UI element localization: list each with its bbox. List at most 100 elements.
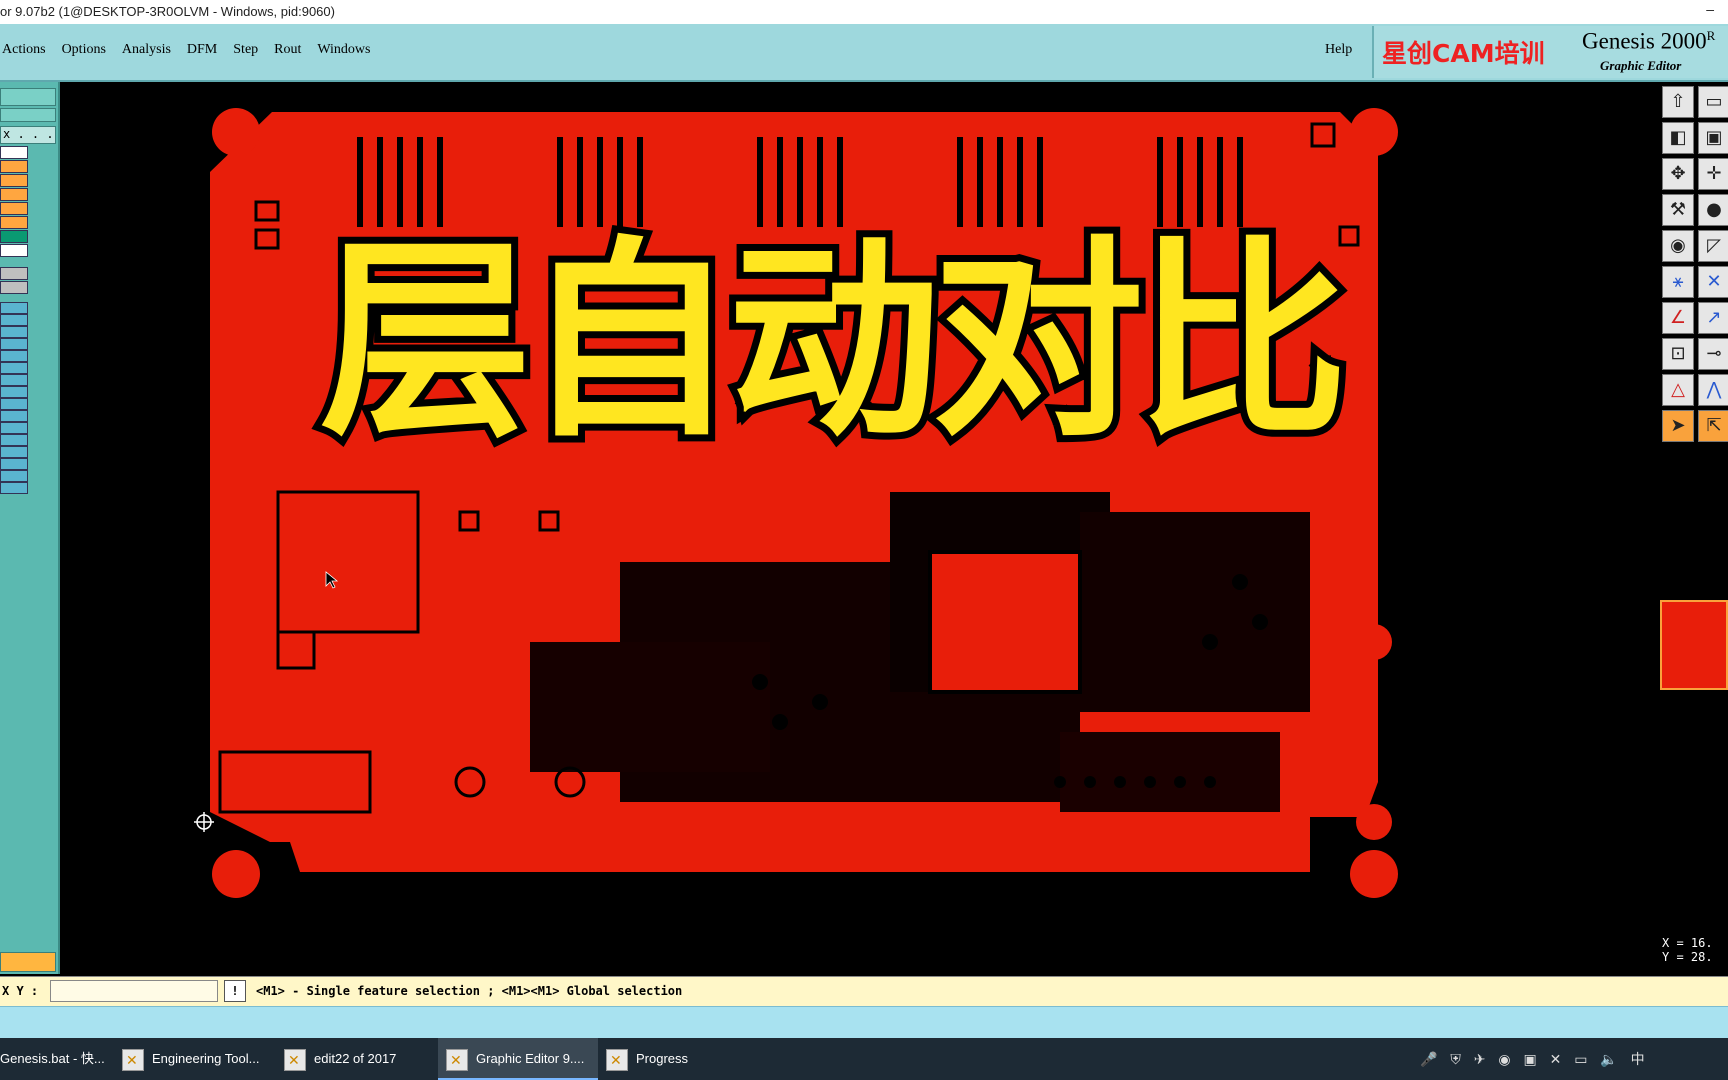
- graphic-canvas[interactable]: [60, 82, 1660, 974]
- volume-icon[interactable]: 🔈: [1600, 1051, 1617, 1067]
- status-bar-field: [0, 952, 56, 972]
- layer-row[interactable]: [0, 398, 28, 410]
- layer-row[interactable]: [0, 434, 28, 446]
- tool-panel: ⇧ ▭ ◧ ▣ ✥ ✛ ⚒ ● ◉ ◸ ⚹ ✕ ∠ ↗ ⊡ ⊸ △ ⋀ ➤ ⇱: [1660, 82, 1728, 974]
- window-icon[interactable]: ▭: [1698, 86, 1728, 118]
- minimize-icon[interactable]: –: [1706, 0, 1714, 21]
- delete-icon[interactable]: ✕: [1698, 266, 1728, 298]
- mounting-hole: [1356, 804, 1392, 840]
- circuit-region: [530, 642, 770, 772]
- layer-row[interactable]: [0, 302, 28, 314]
- taskbar-item-progress[interactable]: Progress: [606, 1038, 756, 1080]
- status-strip: [0, 1006, 1728, 1039]
- selection-hint: <M1> - Single feature selection ; <M1><M…: [256, 984, 683, 998]
- cut-icon[interactable]: ⊸: [1698, 338, 1728, 370]
- layer-row[interactable]: [0, 244, 28, 257]
- shield-icon[interactable]: ⛨: [1450, 1051, 1461, 1067]
- preview-thumbnail[interactable]: [1660, 600, 1728, 690]
- network-icon[interactable]: ✈: [1474, 1051, 1486, 1067]
- layer-row[interactable]: [0, 216, 28, 229]
- layer-browse-button[interactable]: x . . .: [0, 126, 56, 144]
- xy-input[interactable]: [50, 980, 218, 1002]
- layer-row[interactable]: [0, 160, 28, 173]
- system-tray: 🎤 ⛨ ✈ ◉ ▣ ✕ ▭ 🔈 中: [1420, 1038, 1654, 1080]
- microphone-icon[interactable]: 🎤: [1420, 1051, 1437, 1067]
- menu-help[interactable]: Help: [1325, 42, 1352, 58]
- layer-row[interactable]: [0, 350, 28, 362]
- mirror-icon[interactable]: ⋀: [1698, 374, 1728, 406]
- add-pad-icon[interactable]: ◉: [1662, 230, 1694, 262]
- mounting-hole: [212, 108, 260, 156]
- layer-row[interactable]: [0, 470, 28, 482]
- layer-row[interactable]: [0, 146, 28, 159]
- mounting-hole: [1356, 624, 1392, 660]
- layer-row[interactable]: [0, 202, 28, 215]
- layer-panel: x . . .: [0, 82, 60, 974]
- select-area-icon[interactable]: ⇱: [1698, 410, 1728, 442]
- circuit-region: [1060, 732, 1280, 812]
- exclamation-button[interactable]: !: [224, 980, 246, 1002]
- menu-step[interactable]: Step: [233, 42, 258, 64]
- tool-icon[interactable]: ✕: [1550, 1051, 1562, 1067]
- layer-field-2[interactable]: [0, 108, 56, 122]
- select-pointer-icon[interactable]: ➤: [1662, 410, 1694, 442]
- menu-dfm[interactable]: DFM: [187, 42, 217, 64]
- brand-cn: 星创CAM培训: [1382, 39, 1545, 68]
- layer-row[interactable]: [0, 326, 28, 338]
- layer-row[interactable]: [0, 338, 28, 350]
- menu-windows[interactable]: Windows: [317, 42, 370, 64]
- genesis-app-icon: [446, 1039, 468, 1078]
- snap-icon[interactable]: ⇧: [1662, 86, 1694, 118]
- mounting-hole: [1350, 850, 1398, 898]
- taskbar-item-graphic-editor[interactable]: Graphic Editor 9....: [438, 1038, 598, 1080]
- menu-options[interactable]: Options: [62, 42, 106, 64]
- folder-icon[interactable]: ▣: [1523, 1051, 1536, 1067]
- layer-row[interactable]: [0, 188, 28, 201]
- overlay-title: 层自动对比: [313, 218, 1355, 465]
- line-icon[interactable]: ∠: [1662, 302, 1694, 334]
- measure-icon[interactable]: ⚒: [1662, 194, 1694, 226]
- layer-row[interactable]: [0, 230, 28, 243]
- menu-analysis[interactable]: Analysis: [122, 42, 171, 64]
- genesis-app-icon: [284, 1039, 306, 1080]
- menu-bar: Actions Options Analysis DFM Step Rout W…: [0, 24, 1728, 82]
- taskbar-item-genesis-bat[interactable]: Genesis.bat - 快...: [0, 1038, 112, 1080]
- layer-row[interactable]: [0, 386, 28, 398]
- zoom-home-icon[interactable]: ◧: [1662, 122, 1694, 154]
- layer-row[interactable]: [0, 174, 28, 187]
- layer-row[interactable]: [0, 267, 28, 280]
- move-icon[interactable]: ⊡: [1662, 338, 1694, 370]
- fit-screen-icon[interactable]: ✥: [1662, 158, 1694, 190]
- mounting-hole: [212, 850, 260, 898]
- pan-icon[interactable]: ✛: [1698, 158, 1728, 190]
- triangle-icon[interactable]: △: [1662, 374, 1694, 406]
- ic-footprint: [928, 550, 1082, 694]
- product-name: Genesis 2000R: [1582, 28, 1716, 54]
- coordinate-readout: X = 16. Y = 28.: [1662, 936, 1713, 964]
- genesis-app-icon: [122, 1039, 144, 1080]
- taskbar-item-edit22[interactable]: edit22 of 2017: [284, 1038, 434, 1080]
- layer-row[interactable]: [0, 374, 28, 386]
- layer-row[interactable]: [0, 446, 28, 458]
- layer-row[interactable]: [0, 362, 28, 374]
- layer-field[interactable]: [0, 88, 56, 106]
- menu-rout[interactable]: Rout: [274, 42, 301, 64]
- layer-row[interactable]: [0, 458, 28, 470]
- battery-icon[interactable]: ▭: [1574, 1051, 1587, 1067]
- layer-row[interactable]: [0, 422, 28, 434]
- layer-row[interactable]: [0, 314, 28, 326]
- menu-actions[interactable]: Actions: [2, 42, 46, 64]
- window-title-bar[interactable]: or 9.07b2 (1@DESKTOP-3R0OLVM - Windows, …: [0, 0, 1728, 25]
- input-language-indicator[interactable]: 中: [1631, 1051, 1645, 1067]
- layer-row[interactable]: [0, 410, 28, 422]
- record-icon[interactable]: ◉: [1498, 1051, 1510, 1067]
- draw-icon[interactable]: ◸: [1698, 230, 1728, 262]
- circuit-region: [1080, 512, 1310, 712]
- zoom-window-icon[interactable]: ▣: [1698, 122, 1728, 154]
- ruler-icon[interactable]: ●: [1698, 194, 1728, 226]
- taskbar-item-engineering-tool[interactable]: Engineering Tool...: [122, 1038, 272, 1080]
- connect-icon[interactable]: ⚹: [1662, 266, 1694, 298]
- arc-icon[interactable]: ↗: [1698, 302, 1728, 334]
- layer-row[interactable]: [0, 281, 28, 294]
- layer-row[interactable]: [0, 482, 28, 494]
